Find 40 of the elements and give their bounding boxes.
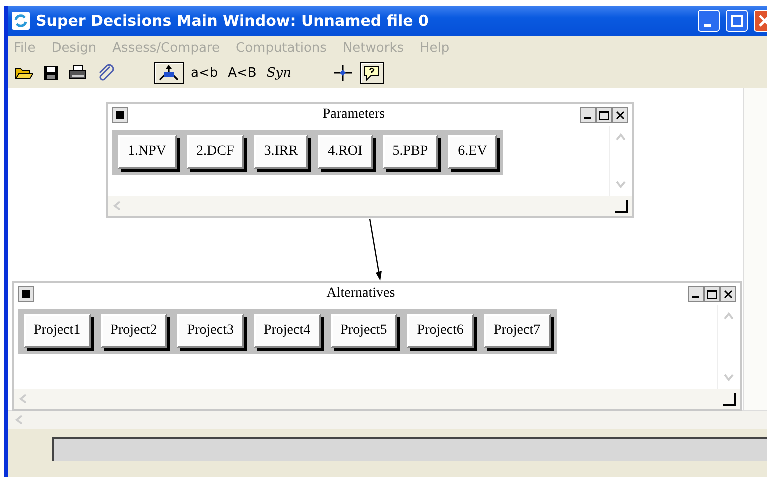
maximize-icon bbox=[731, 15, 743, 27]
compare-tool-button[interactable]: a<b bbox=[188, 66, 222, 80]
node-button[interactable]: Project4 bbox=[254, 314, 321, 348]
maximize-button[interactable] bbox=[596, 107, 612, 123]
node-button[interactable]: Project5 bbox=[330, 314, 398, 348]
node-button[interactable]: Project1 bbox=[24, 314, 91, 348]
hierarchy-icon[interactable] bbox=[154, 62, 184, 84]
node-button[interactable]: Project2 bbox=[100, 314, 168, 348]
compare-tool-button[interactable]: A<B bbox=[225, 66, 260, 80]
node-button[interactable]: Project3 bbox=[177, 314, 244, 348]
maximize-icon bbox=[599, 110, 609, 120]
minimize-button[interactable] bbox=[688, 286, 704, 302]
node-button[interactable]: 4.ROI bbox=[318, 135, 373, 169]
cluster-title: Parameters bbox=[322, 107, 386, 123]
resize-grip-icon[interactable] bbox=[614, 199, 628, 213]
compare-tool-button[interactable]: Syn bbox=[264, 66, 294, 80]
node-button[interactable]: Project6 bbox=[407, 314, 474, 348]
resize-grip-icon[interactable] bbox=[722, 392, 736, 406]
node-button[interactable]: Project7 bbox=[484, 314, 551, 348]
cluster-title: Alternatives bbox=[326, 286, 396, 302]
maximize-button[interactable] bbox=[704, 286, 720, 302]
node-button[interactable]: 3.IRR bbox=[254, 135, 308, 169]
node-button[interactable]: 2.DCF bbox=[186, 135, 244, 169]
minimize-icon bbox=[704, 24, 710, 26]
app-icon bbox=[12, 12, 30, 30]
node-button[interactable]: 1.NPV bbox=[118, 135, 177, 169]
help-icon[interactable] bbox=[360, 62, 384, 84]
square-icon bbox=[116, 111, 124, 119]
close-button[interactable] bbox=[720, 286, 736, 302]
minimize-button[interactable] bbox=[580, 107, 596, 123]
close-icon bbox=[724, 290, 732, 298]
maximize-icon bbox=[707, 290, 717, 298]
close-icon bbox=[616, 110, 624, 120]
node-button[interactable]: 5.PBP bbox=[382, 135, 438, 169]
close-button[interactable] bbox=[612, 107, 628, 123]
cluster-menu-button[interactable] bbox=[18, 286, 34, 302]
cluster-menu-button[interactable] bbox=[112, 107, 128, 123]
window-title: Super Decisions Main Window: Unnamed file 0 bbox=[36, 12, 430, 30]
node-button[interactable]: 6.EV bbox=[448, 135, 498, 169]
square-icon bbox=[22, 290, 30, 298]
